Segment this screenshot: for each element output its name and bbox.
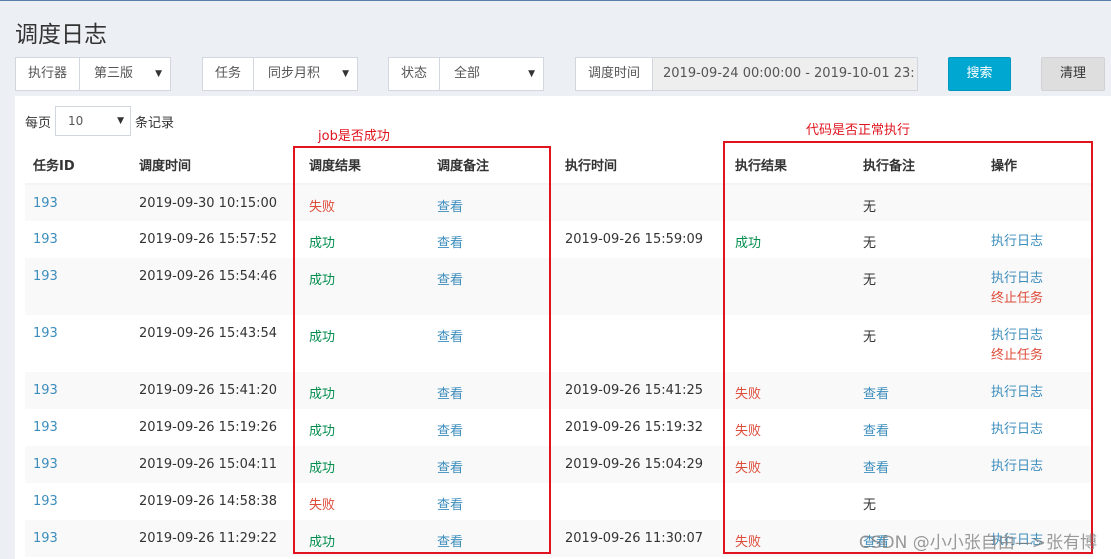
time-label: 调度时间 — [576, 58, 654, 90]
page-title: 调度日志 — [15, 22, 107, 48]
chevron-down-icon: ▼ — [155, 69, 162, 79]
cell-exec-time — [557, 258, 727, 315]
trigger-time: 2019-09-30 10:15:00 — [139, 196, 278, 211]
cell-trigger-time: 2019-09-26 11:29:22 — [131, 520, 301, 557]
task-id-link[interactable]: 193 — [33, 232, 58, 247]
cell-task-id-link: 193 — [25, 372, 131, 409]
task-id-link[interactable]: 193 — [33, 531, 58, 546]
chevron-down-icon: ▼ — [342, 69, 349, 79]
header-exec-time[interactable]: 执行时间 — [557, 146, 727, 185]
task-id-link[interactable]: 193 — [33, 420, 58, 435]
task-select[interactable]: 同步月积 ▼ — [254, 58, 357, 90]
task-id-link[interactable]: 193 — [33, 326, 58, 341]
time-range-input[interactable]: 2019-09-24 00:00:00 - 2019-10-01 23: — [653, 58, 917, 90]
header-task-id[interactable]: 任务ID — [25, 146, 131, 185]
cell-trigger-time: 2019-09-26 15:43:54 — [131, 315, 301, 372]
cell-trigger-time: 2019-09-30 10:15:00 — [131, 184, 301, 221]
task-label: 任务 — [203, 58, 255, 90]
exec-time: 2019-09-26 15:41:25 — [565, 383, 704, 398]
cell-trigger-time: 2019-09-26 14:58:38 — [131, 483, 301, 520]
trigger-annotation-label: job是否成功 — [318, 129, 390, 144]
page-size-control: 每页 10 ▼ 条记录 — [25, 106, 174, 136]
trigger-annotation-box — [293, 146, 551, 554]
watermark: CSDN @小小张自由—>张有博 — [858, 533, 1097, 553]
cell-trigger-time: 2019-09-26 15:54:46 — [131, 258, 301, 315]
status-label: 状态 — [389, 58, 441, 90]
trigger-time: 2019-09-26 15:19:26 — [139, 420, 278, 435]
exec-time: 2019-09-26 11:30:07 — [565, 531, 704, 546]
trigger-time: 2019-09-26 15:04:11 — [139, 457, 278, 472]
task-value: 同步月积 — [268, 66, 321, 81]
task-filter: 任务 同步月积 ▼ — [202, 57, 358, 91]
cell-exec-time — [557, 483, 727, 520]
task-id-link[interactable]: 193 — [33, 383, 58, 398]
exec-annotation-box — [723, 141, 1093, 554]
executor-filter: 执行器 第三版 ▼ — [15, 57, 171, 91]
status-value: 全部 — [454, 66, 481, 81]
page-size-prefix: 每页 — [25, 115, 52, 131]
cell-task-id-link: 193 — [25, 446, 131, 483]
task-id-link[interactable]: 193 — [33, 457, 58, 472]
search-button[interactable]: 搜索 — [948, 57, 1011, 91]
cell-trigger-time: 2019-09-26 15:04:11 — [131, 446, 301, 483]
cell-exec-time — [557, 184, 727, 221]
time-filter: 调度时间 2019-09-24 00:00:00 - 2019-10-01 23… — [575, 57, 918, 91]
exec-time: 2019-09-26 15:59:09 — [565, 232, 704, 247]
page-size-select[interactable]: 10 ▼ — [55, 106, 132, 136]
cell-task-id-link: 193 — [25, 409, 131, 446]
header-trigger-time[interactable]: 调度时间 — [131, 146, 301, 185]
trigger-time: 2019-09-26 15:54:46 — [139, 269, 278, 284]
cell-exec-time — [557, 315, 727, 372]
task-id-link[interactable]: 193 — [33, 494, 58, 509]
cell-task-id-link: 193 — [25, 483, 131, 520]
exec-annotation-label: 代码是否正常执行 — [806, 123, 911, 138]
cell-task-id-link: 193 — [25, 315, 131, 372]
cell-task-id-link: 193 — [25, 184, 131, 221]
cell-exec-time: 2019-09-26 15:59:09 — [557, 221, 727, 258]
clear-button[interactable]: 清理 — [1041, 57, 1105, 91]
task-id-link[interactable]: 193 — [33, 269, 58, 284]
cell-task-id-link: 193 — [25, 520, 131, 557]
cell-exec-time: 2019-09-26 15:04:29 — [557, 446, 727, 483]
trigger-time: 2019-09-26 15:57:52 — [139, 232, 278, 247]
executor-label: 执行器 — [16, 58, 81, 90]
exec-time: 2019-09-26 15:04:29 — [565, 457, 704, 472]
cell-exec-time: 2019-09-26 15:19:32 — [557, 409, 727, 446]
cell-trigger-time: 2019-09-26 15:57:52 — [131, 221, 301, 258]
chevron-down-icon: ▼ — [117, 116, 125, 126]
trigger-time: 2019-09-26 15:41:20 — [139, 383, 278, 398]
status-filter: 状态 全部 ▼ — [388, 57, 544, 91]
exec-time: 2019-09-26 15:19:32 — [565, 420, 704, 435]
cell-task-id-link: 193 — [25, 221, 131, 258]
status-select[interactable]: 全部 ▼ — [440, 58, 543, 90]
cell-trigger-time: 2019-09-26 15:41:20 — [131, 372, 301, 409]
cell-exec-time: 2019-09-26 15:41:25 — [557, 372, 727, 409]
executor-value: 第三版 — [94, 66, 134, 81]
chevron-down-icon: ▼ — [528, 69, 535, 79]
cell-task-id-link: 193 — [25, 258, 131, 315]
page-size-suffix: 条记录 — [135, 115, 175, 131]
page-size-value: 10 — [68, 114, 84, 128]
trigger-time: 2019-09-26 11:29:22 — [139, 531, 278, 546]
cell-exec-time: 2019-09-26 11:30:07 — [557, 520, 727, 557]
trigger-time: 2019-09-26 15:43:54 — [139, 326, 278, 341]
cell-trigger-time: 2019-09-26 15:19:26 — [131, 409, 301, 446]
task-id-link[interactable]: 193 — [33, 196, 58, 211]
executor-select[interactable]: 第三版 ▼ — [80, 58, 170, 90]
trigger-time: 2019-09-26 14:58:38 — [139, 494, 278, 509]
